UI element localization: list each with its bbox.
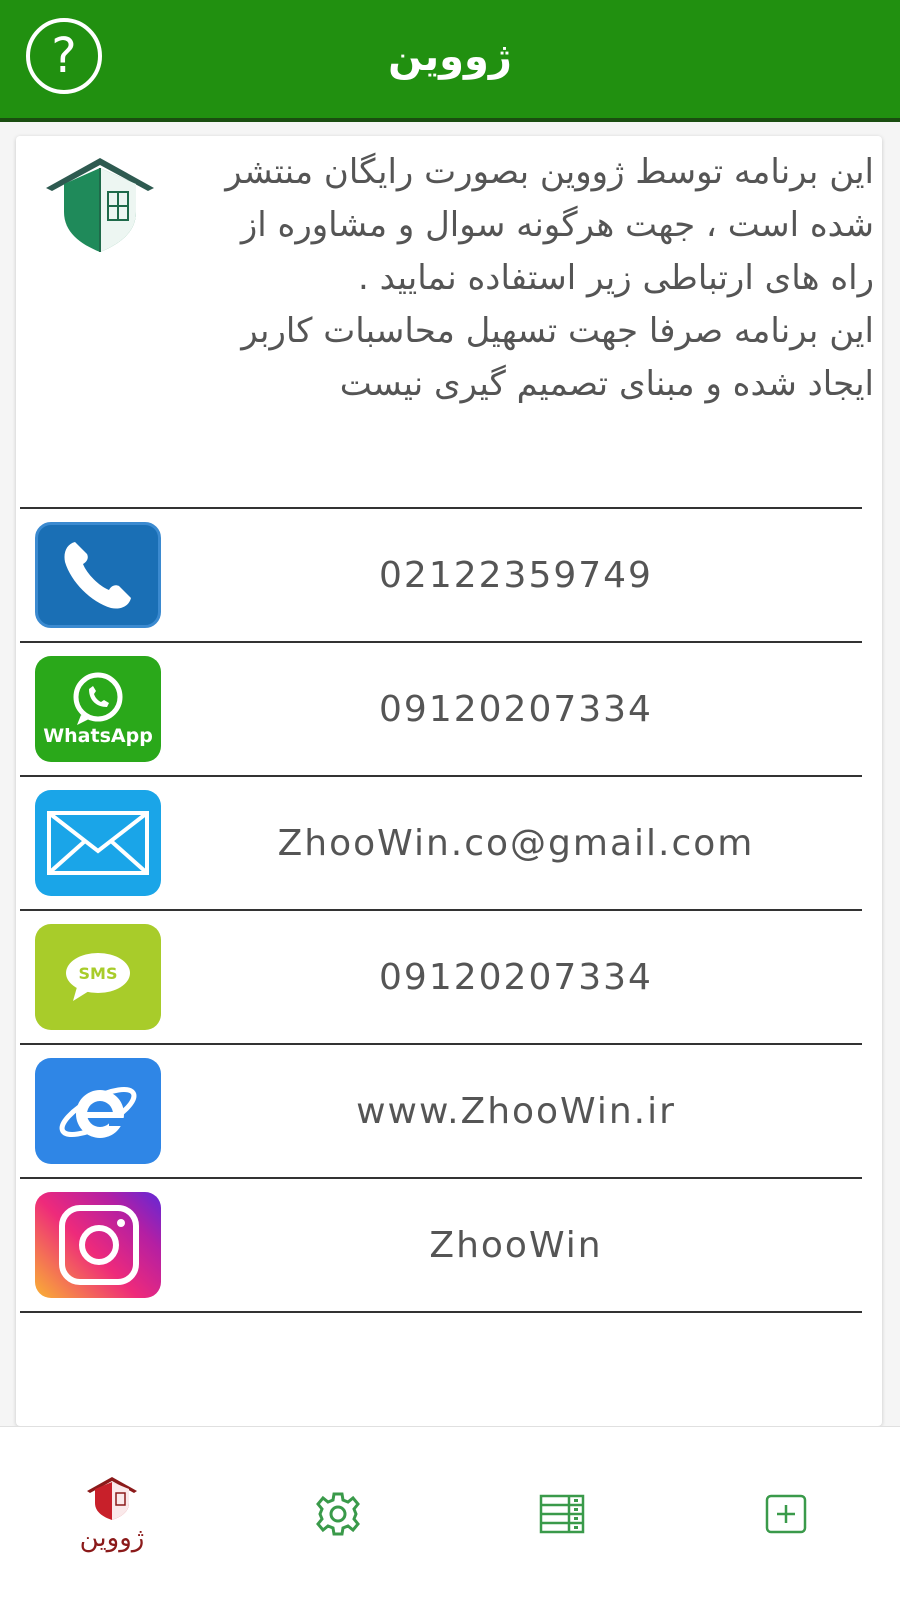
about-card: این برنامه توسط ژووین بصورت رایگان منتشر…: [16, 136, 882, 1426]
nav-item-add[interactable]: [706, 1427, 866, 1601]
table-icon: [539, 1494, 585, 1534]
whatsapp-icon: WhatsApp: [35, 656, 161, 762]
sms-icon-label: SMS: [78, 964, 118, 983]
nav-label-home: ژووین: [79, 1523, 145, 1553]
intro-text: این برنامه توسط ژووین بصورت رایگان منتشر…: [216, 146, 874, 411]
zhoowin-logo-icon: [46, 158, 154, 252]
contact-row-phone[interactable]: 02122359749: [20, 509, 862, 643]
contact-row-whatsapp[interactable]: WhatsApp 09120207334: [20, 643, 862, 777]
nav-item-home[interactable]: ژووین: [32, 1427, 192, 1601]
app-header: ? ژووین: [0, 0, 900, 122]
contact-value: ZhooWin: [429, 1224, 603, 1266]
contact-value: 02122359749: [379, 554, 653, 596]
contact-row-email[interactable]: ZhooWin.co@gmail.com: [20, 777, 862, 911]
home-logo-icon: [87, 1477, 137, 1520]
internet-explorer-icon: [35, 1058, 161, 1164]
contact-row-instagram[interactable]: ZhooWin: [20, 1179, 862, 1313]
contact-value: 09120207334: [379, 956, 653, 998]
intro-paragraph-2: این برنامه صرفا جهت تسهیل محاسبات کاربر …: [241, 311, 874, 404]
contact-value: ZhooWin.co@gmail.com: [277, 822, 755, 864]
contact-value: www.ZhooWin.ir: [356, 1090, 676, 1132]
email-icon: [35, 790, 161, 896]
instagram-icon: [35, 1192, 161, 1298]
contact-row-sms[interactable]: SMS 09120207334: [20, 911, 862, 1045]
whatsapp-icon-label: WhatsApp: [43, 725, 153, 747]
contact-row-website[interactable]: www.ZhooWin.ir: [20, 1045, 862, 1179]
nav-item-table[interactable]: [482, 1427, 642, 1601]
bottom-nav: ژووین: [0, 1426, 900, 1601]
add-icon: [765, 1494, 807, 1534]
contact-list: 02122359749 WhatsApp 09120207334 ZhooWin…: [20, 507, 862, 1313]
gear-icon: [316, 1492, 360, 1536]
contact-value: 09120207334: [379, 688, 653, 730]
page-title: ژووین: [388, 34, 512, 80]
sms-icon: SMS: [35, 924, 161, 1030]
nav-item-settings[interactable]: [258, 1427, 418, 1601]
intro-paragraph-1: این برنامه توسط ژووین بصورت رایگان منتشر…: [225, 152, 874, 298]
phone-icon: [35, 522, 161, 628]
